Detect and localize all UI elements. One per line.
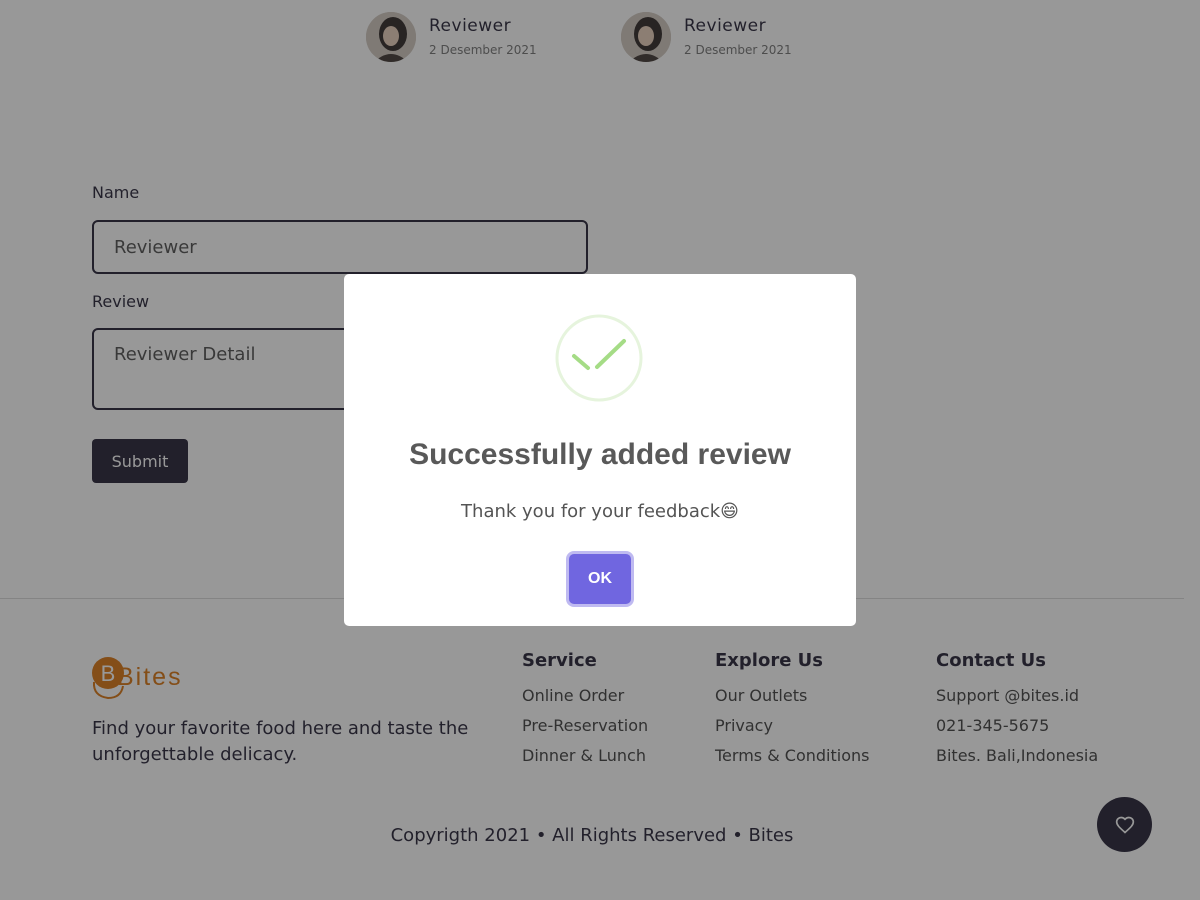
- page: Reviewer 2 Desember 2021 Reviewer 2 Dese…: [0, 0, 1200, 900]
- ok-button[interactable]: OK: [569, 554, 631, 604]
- success-check-icon: [555, 314, 643, 402]
- success-dialog: Successfully added review Thank you for …: [344, 274, 856, 626]
- dialog-title: Successfully added review: [409, 438, 791, 471]
- dialog-message: Thank you for your feedback😄: [461, 501, 739, 522]
